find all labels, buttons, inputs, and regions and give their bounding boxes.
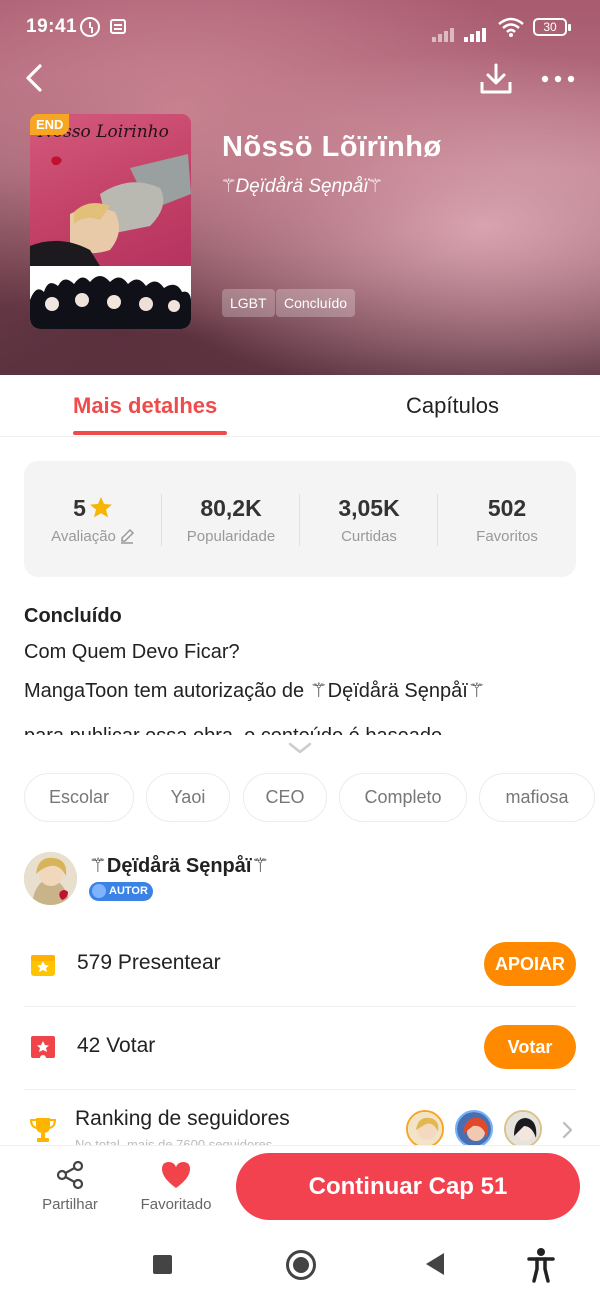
favorite-label[interactable]: Favoritado bbox=[110, 1196, 242, 1213]
description-status: Concluído bbox=[24, 605, 122, 627]
stat-likes: 3,05K Curtidas bbox=[300, 461, 438, 577]
stat-popularity: 80,2K Popularidade bbox=[162, 461, 300, 577]
alarm-icon bbox=[80, 17, 100, 37]
stat-favorites-label: Favoritos bbox=[476, 528, 538, 545]
status-time: 19:41 bbox=[26, 16, 78, 37]
vote-ticket-icon bbox=[31, 1036, 55, 1060]
chevron-right-icon[interactable] bbox=[561, 1121, 573, 1139]
support-button[interactable]: APOIAR bbox=[484, 942, 576, 986]
description-line-clipped: para publicar essa obra, o conteúdo é ba… bbox=[24, 722, 442, 735]
back-arrow-icon[interactable] bbox=[22, 62, 50, 94]
ranking-title: Ranking de seguidores bbox=[75, 1107, 290, 1130]
genre-chip[interactable]: Yaoi bbox=[146, 773, 230, 822]
stat-likes-value: 3,05K bbox=[338, 495, 400, 521]
expand-chevron-icon[interactable] bbox=[287, 740, 313, 756]
message-icon bbox=[110, 19, 126, 34]
cover-illustration bbox=[30, 154, 191, 266]
wifi-icon bbox=[498, 17, 524, 37]
stat-popularity-label: Popularidade bbox=[186, 528, 276, 545]
bottom-action-bar: Partilhar Favoritado Continuar Cap 51 bbox=[0, 1146, 600, 1230]
edit-icon[interactable] bbox=[119, 528, 135, 544]
stat-favorites-value: 502 bbox=[487, 495, 527, 521]
tab-indicator bbox=[73, 431, 227, 435]
gift-row: 579 Presentear APOIAR bbox=[24, 923, 576, 1007]
author-badge: AUTOR bbox=[89, 882, 153, 901]
follower-avatar[interactable] bbox=[455, 1110, 493, 1148]
system-nav-bar bbox=[0, 1230, 600, 1300]
book-title: Nõssö Lõïrïnhø bbox=[222, 131, 442, 163]
stats-card: 5 Avaliação 80,2K Popularidade 3,05K Cur… bbox=[24, 461, 576, 577]
stat-likes-label: Curtidas bbox=[341, 528, 397, 545]
status-bar: 19:41 30 bbox=[0, 0, 600, 54]
genre-chip[interactable]: CEO bbox=[243, 773, 327, 822]
star-icon bbox=[89, 497, 112, 518]
genre-chip[interactable]: mafiosa bbox=[479, 773, 595, 822]
gift-icon bbox=[31, 955, 55, 976]
stat-popularity-value: 80,2K bbox=[200, 495, 262, 521]
continue-reading-button[interactable]: Continuar Cap 51 bbox=[236, 1153, 580, 1220]
screen: { "status_bar": {"time": "19:41", "batte… bbox=[0, 0, 600, 1300]
cover-silhouettes bbox=[30, 276, 191, 329]
download-icon[interactable] bbox=[478, 62, 514, 96]
signal-x-icon bbox=[432, 20, 456, 42]
vote-button[interactable]: Votar bbox=[484, 1025, 576, 1069]
stat-rating[interactable]: 5 Avaliação bbox=[24, 461, 162, 577]
vote-label: Votar bbox=[106, 1034, 156, 1057]
stat-rating-label: Avaliação bbox=[51, 528, 116, 545]
battery-icon: 30 bbox=[533, 18, 571, 36]
more-options-icon[interactable] bbox=[540, 72, 576, 86]
back-triangle-icon[interactable] bbox=[426, 1253, 444, 1275]
tab-details[interactable]: Mais detalhes bbox=[73, 393, 217, 419]
genre-chip[interactable]: Completo bbox=[339, 773, 467, 822]
follower-avatar[interactable] bbox=[504, 1110, 542, 1148]
stat-favorites: 502 Favoritos bbox=[438, 461, 576, 577]
gift-label: Presentear bbox=[117, 951, 221, 974]
tag-lgbt[interactable]: LGBT bbox=[222, 289, 275, 317]
book-header: 19:41 30 Nosso Loirinho END Nõssö Lõïrïn… bbox=[0, 0, 600, 375]
gift-count: 579 bbox=[77, 951, 113, 974]
book-author[interactable]: ⚚Dęïdårä Sęnpåï⚚ bbox=[222, 175, 382, 198]
share-icon[interactable] bbox=[55, 1160, 85, 1190]
signal-icon bbox=[464, 20, 488, 42]
accessibility-icon[interactable] bbox=[527, 1247, 555, 1283]
heart-icon[interactable] bbox=[160, 1160, 192, 1190]
author-name[interactable]: ⚚Dęïdårä Sęnpåï⚚ bbox=[89, 853, 269, 878]
recent-apps-icon[interactable] bbox=[153, 1255, 172, 1274]
end-badge: END bbox=[30, 114, 70, 135]
home-icon[interactable] bbox=[286, 1250, 316, 1280]
tab-bar: Mais detalhes Capítulos bbox=[0, 375, 600, 437]
stat-rating-value: 5 bbox=[73, 495, 86, 521]
tab-chapters[interactable]: Capítulos bbox=[406, 393, 499, 419]
trophy-icon bbox=[29, 1118, 57, 1142]
description-line: MangaToon tem autorização de ⚚Dęïdårä Sę… bbox=[24, 680, 486, 702]
vote-count: 42 bbox=[77, 1034, 101, 1057]
follower-avatar[interactable] bbox=[406, 1110, 444, 1148]
genre-chip[interactable]: Escolar bbox=[24, 773, 134, 822]
ranking-subtitle: No total, mais de 7600 seguidores bbox=[75, 1137, 273, 1145]
vote-row: 42 Votar Votar bbox=[24, 1006, 576, 1090]
description-line: Com Quem Devo Ficar? bbox=[24, 641, 240, 663]
author-avatar[interactable] bbox=[24, 852, 77, 905]
tag-concluido[interactable]: Concluído bbox=[276, 289, 356, 317]
book-cover[interactable]: Nosso Loirinho bbox=[30, 114, 191, 329]
